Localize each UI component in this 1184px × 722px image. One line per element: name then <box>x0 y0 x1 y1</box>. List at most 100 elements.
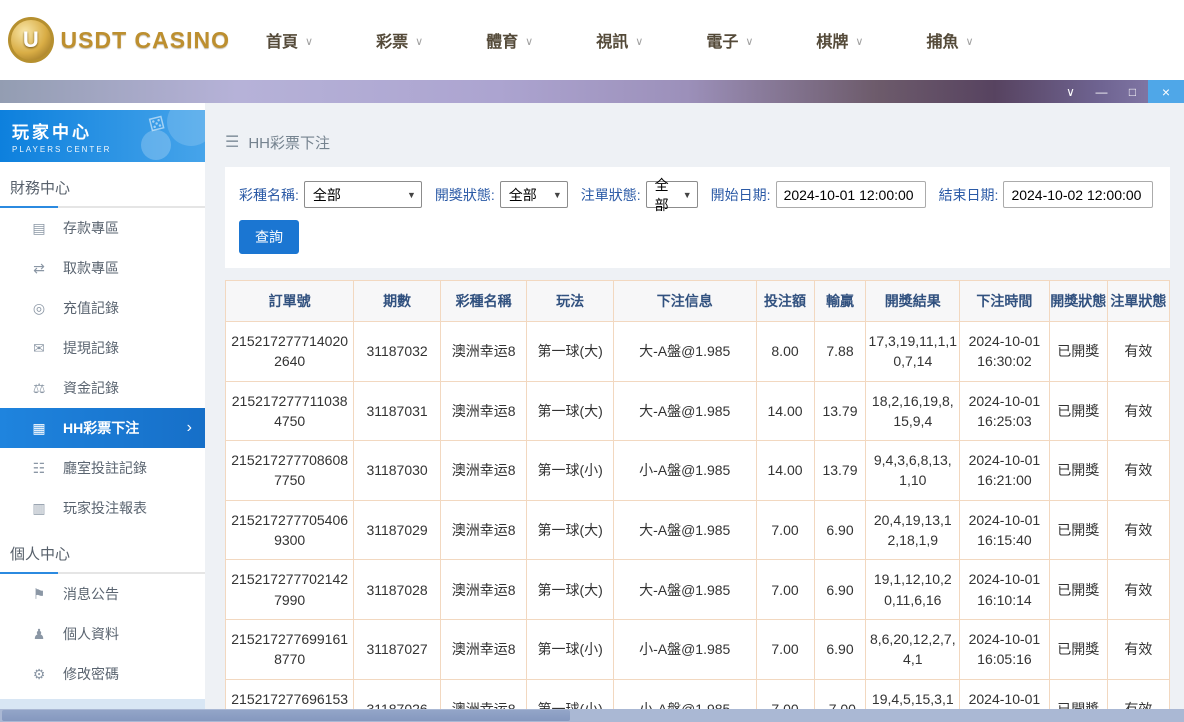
column-header: 下注時間 <box>960 281 1050 322</box>
table-cell: 2024-10-01 16:25:03 <box>960 381 1050 441</box>
bet-status-select[interactable]: 全部▼ <box>646 181 698 208</box>
table-cell: 大-A盤@1.985 <box>613 381 756 441</box>
player-report-icon: ▥ <box>30 500 48 517</box>
announcement-icon: ⚑ <box>30 586 48 603</box>
table-cell: 澳洲幸运8 <box>440 619 527 679</box>
scrollbar-thumb[interactable] <box>2 710 570 721</box>
start-date-input[interactable]: 2024-10-01 12:00:00 <box>776 181 926 208</box>
search-button[interactable]: 查詢 <box>239 220 299 254</box>
table-cell: 13.79 <box>814 381 866 441</box>
sidebar-item-player-bet-report[interactable]: ▥玩家投注報表 <box>0 488 205 528</box>
deposit-icon: ▤ <box>30 220 48 237</box>
chevron-down-icon: ∨ <box>525 35 533 48</box>
table-cell: 13.79 <box>814 441 866 501</box>
table-cell: 2024-10-01 16:05:16 <box>960 619 1050 679</box>
sidebar-item-announcements[interactable]: ⚑消息公告 <box>0 574 205 614</box>
gear-icon: ⚙ <box>30 666 48 683</box>
logo[interactable]: U USDT CASINO <box>8 17 230 63</box>
sidebar-item-label: 資金記錄 <box>63 378 119 398</box>
sidebar-item-label: 廳室投註記錄 <box>63 458 147 478</box>
window-titlebar: ∨ — □ × <box>0 80 1184 103</box>
filter-label: 注單狀態: <box>581 185 641 205</box>
recharge-record-icon: ◎ <box>30 300 48 317</box>
column-header: 輸贏 <box>814 281 866 322</box>
sidebar-item-funds-record[interactable]: ⚖資金記錄 <box>0 368 205 408</box>
window-close-button[interactable]: × <box>1148 80 1184 103</box>
sidebar-header: 玩家中心 PLAYERS CENTER ⚄ <box>0 110 205 162</box>
table-cell: 7.00 <box>756 619 814 679</box>
nav-item-1[interactable]: 首頁∨ <box>266 28 313 52</box>
nav-item-6[interactable]: 棋牌∨ <box>816 28 863 52</box>
table-cell: 第一球(小) <box>527 441 614 501</box>
table-cell: 有效 <box>1107 381 1169 441</box>
nav-item-label: 視訊 <box>596 28 628 52</box>
chevron-down-icon: ∨ <box>635 35 643 48</box>
table-cell: 31187032 <box>354 322 441 382</box>
nav-item-5[interactable]: 電子∨ <box>706 28 753 52</box>
chevron-down-icon: ∨ <box>745 35 753 48</box>
logo-text: USDT CASINO <box>61 27 230 54</box>
table-cell: 澳洲幸运8 <box>440 500 527 560</box>
sidebar-item-hall-bet-record[interactable]: ☷廳室投註記錄 <box>0 448 205 488</box>
select-value: 全部 <box>509 185 537 205</box>
table-cell: 小-A盤@1.985 <box>613 619 756 679</box>
draw-status-select[interactable]: 全部▼ <box>500 181 568 208</box>
coin-letter: U <box>23 27 39 53</box>
filter-label: 開始日期: <box>711 185 771 205</box>
window-minimize-button[interactable]: — <box>1086 80 1117 103</box>
table-cell: 澳洲幸运8 <box>440 441 527 501</box>
bets-table-grid: 訂單號期數彩種名稱玩法下注信息投注額輸贏開獎結果下注時間開獎狀態注單狀態 215… <box>225 280 1170 722</box>
dice-icon: ⚄ <box>147 112 167 136</box>
sidebar-item-label: 修改密碼 <box>63 664 119 684</box>
table-cell: 20,4,19,13,12,18,1,9 <box>866 500 960 560</box>
top-header: U USDT CASINO 首頁∨彩票∨體育∨視訊∨電子∨棋牌∨捕魚∨ <box>0 0 1184 80</box>
filter-label: 開獎狀態: <box>435 185 495 205</box>
table-cell: 17,3,19,11,1,10,7,14 <box>866 322 960 382</box>
table-cell: 第一球(小) <box>527 619 614 679</box>
page-title: HH彩票下注 <box>248 132 330 153</box>
table-cell: 19,1,12,10,20,11,6,16 <box>866 560 960 620</box>
sidebar-item-deposit[interactable]: ▤存款專區 <box>0 208 205 248</box>
nav-item-4[interactable]: 視訊 ∨ <box>596 28 643 52</box>
table-row: 215217277699161877031187027澳洲幸运8第一球(小)小-… <box>226 619 1170 679</box>
table-cell: 2152172777054069300 <box>226 500 354 560</box>
sidebar-item-cashout-record[interactable]: ✉提現記錄 <box>0 328 205 368</box>
select-value: 全部 <box>313 185 341 205</box>
window-collapse-button[interactable]: ∨ <box>1055 80 1086 103</box>
end-date-input[interactable]: 2024-10-02 12:00:00 <box>1003 181 1153 208</box>
nav-item-7[interactable]: 捕魚∨ <box>926 28 973 52</box>
table-cell: 7.88 <box>814 322 866 382</box>
sidebar-item-change-password[interactable]: ⚙ 修改密碼 <box>0 654 205 694</box>
bets-table: 訂單號期數彩種名稱玩法下注信息投注額輸贏開獎結果下注時間開獎狀態注單狀態 215… <box>225 280 1170 722</box>
sidebar-item-hh-lottery-bet[interactable]: ▦HH彩票下注› <box>0 408 205 448</box>
table-cell: 已開獎 <box>1049 322 1107 382</box>
sidebar-item-label: 充值記錄 <box>63 298 119 318</box>
menu-icon[interactable]: ☰ <box>225 132 239 152</box>
chevron-down-icon: ∨ <box>415 35 423 48</box>
sidebar-item-recharge-record[interactable]: ◎ 充值記錄 <box>0 288 205 328</box>
table-cell: 31187031 <box>354 381 441 441</box>
nav-item-2[interactable]: 彩票 ∨ <box>376 28 423 52</box>
lottery-name-select[interactable]: 全部▼ <box>304 181 422 208</box>
window-maximize-button[interactable]: □ <box>1117 80 1148 103</box>
sidebar-item-profile[interactable]: ♟ 個人資料 <box>0 614 205 654</box>
table-cell: 已開獎 <box>1049 381 1107 441</box>
sidebar-item-label: 個人資料 <box>63 624 119 644</box>
sidebar-item-withdraw[interactable]: ⇄取款專區 <box>0 248 205 288</box>
profile-icon: ♟ <box>30 626 48 643</box>
table-cell: 14.00 <box>756 381 814 441</box>
nav-item-3[interactable]: 體育 ∨ <box>486 28 533 52</box>
table-header-row: 訂單號期數彩種名稱玩法下注信息投注額輸贏開獎結果下注時間開獎狀態注單狀態 <box>226 281 1170 322</box>
table-cell: 7.00 <box>756 500 814 560</box>
filter-label: 結束日期: <box>939 185 999 205</box>
horizontal-scrollbar[interactable] <box>0 709 1184 722</box>
section-header: 財務中心 <box>0 162 205 206</box>
nav-item-label: 彩票 <box>376 28 408 52</box>
nav-item-label: 體育 <box>486 28 518 52</box>
filter-panel: 彩種名稱:全部▼開獎狀態:全部▼注單狀態:全部▼開始日期:2024-10-01 … <box>225 167 1170 268</box>
chevron-down-icon: ∨ <box>965 35 973 48</box>
sidebar-item-label: HH彩票下注 <box>63 418 139 438</box>
sidebar-menu: 財務中心▤存款專區⇄取款專區 ◎ 充值記錄 ✉提現記錄⚖資金記錄▦HH彩票下注›☷廳室… <box>0 162 205 694</box>
table-cell: 澳洲幸运8 <box>440 381 527 441</box>
column-header: 彩種名稱 <box>440 281 527 322</box>
